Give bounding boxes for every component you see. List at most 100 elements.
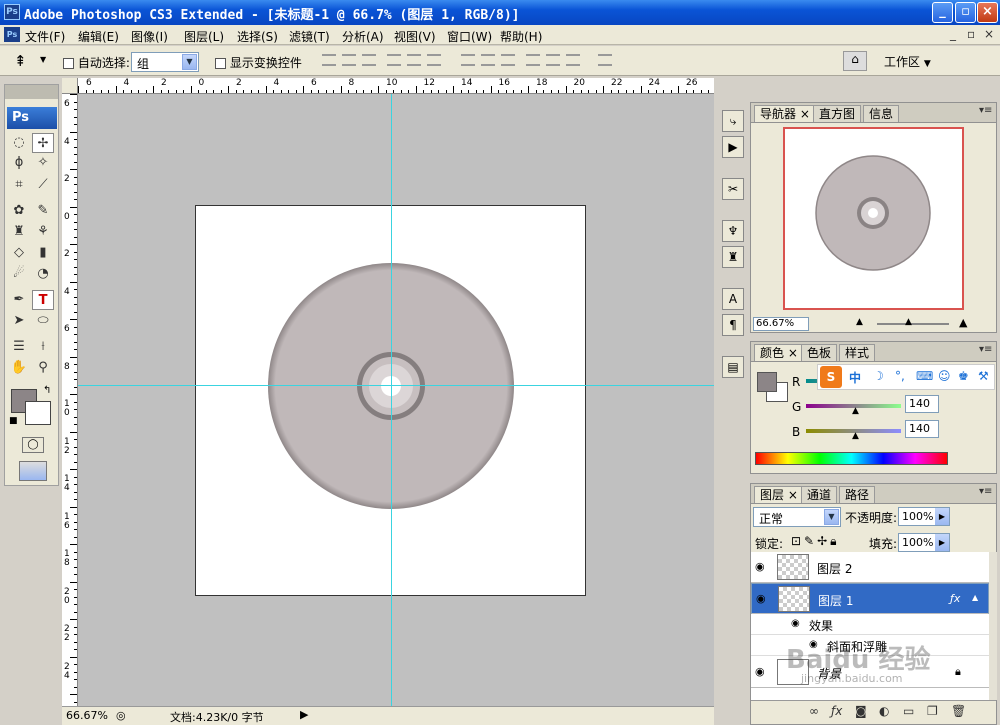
workspace-button[interactable]: 工作区 ▼: [884, 53, 931, 70]
navigator-preview[interactable]: [783, 127, 964, 310]
tab-swatches[interactable]: 色板: [801, 344, 838, 361]
color-fg-swatch[interactable]: [757, 372, 777, 392]
close-button[interactable]: ×: [977, 2, 998, 23]
fx-icon[interactable]: ƒx: [950, 592, 960, 605]
sogou-ime-icon[interactable]: S: [820, 366, 842, 388]
history-brush-icon[interactable]: ⚘: [32, 222, 54, 242]
doc-close-button[interactable]: ×: [984, 27, 994, 41]
menu-analysis[interactable]: 分析(A): [342, 28, 384, 45]
distribute-bottom-icon[interactable]: [501, 54, 515, 66]
crop-tool-icon[interactable]: ⌗: [8, 175, 30, 195]
folder-icon[interactable]: ▭: [903, 704, 914, 718]
eraser-tool-icon[interactable]: ◇: [8, 243, 30, 263]
tab-histogram[interactable]: 直方图: [813, 105, 862, 122]
blend-mode-dropdown[interactable]: 正常 ▼: [753, 507, 841, 527]
notes-tool-icon[interactable]: ☰: [8, 337, 30, 357]
b-value-field[interactable]: 140: [905, 420, 939, 438]
eyedropper-icon[interactable]: ⟊: [32, 337, 54, 357]
distribute-right-icon[interactable]: [566, 54, 580, 66]
panel-menu-icon[interactable]: ▾≡: [979, 105, 992, 116]
type-tool-icon[interactable]: T: [32, 290, 54, 310]
tab-navigator[interactable]: 导航器 ×: [754, 105, 816, 122]
dodge-tool-icon[interactable]: ◔: [32, 264, 54, 284]
menu-window[interactable]: 窗口(W): [447, 28, 492, 45]
tab-paths[interactable]: 路径: [839, 486, 876, 503]
tab-info[interactable]: 信息: [863, 105, 900, 122]
panel-menu-icon[interactable]: ▾≡: [979, 486, 992, 497]
zoom-level[interactable]: 66.67%: [66, 709, 108, 722]
clone-source-icon[interactable]: ♜: [722, 246, 744, 268]
align-left-icon[interactable]: [387, 54, 401, 66]
g-value-field[interactable]: 140: [905, 395, 939, 413]
toolbox-header[interactable]: [5, 85, 58, 99]
align-right-icon[interactable]: [427, 54, 441, 66]
align-vcenter-icon[interactable]: [342, 54, 356, 66]
expand-triangle-icon[interactable]: ▲: [972, 593, 978, 602]
layers-scrollbar[interactable]: [989, 552, 997, 700]
status-menu-icon[interactable]: ◎: [116, 709, 126, 722]
layer-row[interactable]: ◉ 图层 2: [751, 552, 989, 583]
menu-select[interactable]: 选择(S): [237, 28, 278, 45]
magic-wand-icon[interactable]: ✧: [32, 153, 54, 173]
mask-icon[interactable]: ◙: [855, 704, 867, 718]
menu-filter[interactable]: 滤镜(T): [289, 28, 330, 45]
move-tool-icon[interactable]: ⇞: [14, 52, 27, 70]
b-slider-thumb[interactable]: ▲: [852, 431, 859, 441]
tab-layers[interactable]: 图层 ×: [754, 486, 804, 503]
doc-restore-button[interactable]: ▫: [967, 27, 975, 41]
distribute-vcenter-icon[interactable]: [481, 54, 495, 66]
auto-select-checkbox[interactable]: [63, 58, 74, 69]
punctuation-icon[interactable]: °,: [895, 369, 905, 383]
background-color-swatch[interactable]: [25, 401, 51, 425]
menu-edit[interactable]: 编辑(E): [78, 28, 119, 45]
zoom-in-icon[interactable]: ▲: [959, 316, 967, 329]
navigator-zoom-field[interactable]: 66.67%: [753, 317, 809, 331]
distribute-left-icon[interactable]: [526, 54, 540, 66]
chevron-down-icon[interactable]: ▼: [40, 55, 46, 64]
brush-tool-icon[interactable]: ✎: [32, 201, 54, 221]
distribute-top-icon[interactable]: [461, 54, 475, 66]
opacity-field[interactable]: 100% ▶: [898, 507, 950, 526]
status-arrow-icon[interactable]: ▶: [300, 708, 308, 721]
layer-row-selected[interactable]: ◉ 图层 1 ƒx ▲: [751, 583, 989, 614]
marquee-tool-icon[interactable]: ◌: [8, 133, 30, 153]
eye-icon[interactable]: ◉: [755, 560, 765, 573]
menu-layer[interactable]: 图层(L): [184, 28, 224, 45]
document-icon[interactable]: Ps: [4, 27, 20, 42]
keyboard-icon[interactable]: ⌨: [916, 369, 933, 383]
pen-tool-icon[interactable]: ✒: [8, 290, 30, 310]
menu-file[interactable]: 文件(F): [25, 28, 65, 45]
screen-mode-icon[interactable]: [19, 461, 47, 481]
paragraph-panel-icon[interactable]: ¶: [722, 314, 744, 336]
fill-field[interactable]: 100% ▶: [898, 533, 950, 552]
chevron-right-icon[interactable]: ▶: [935, 508, 949, 525]
distribute-hcenter-icon[interactable]: [546, 54, 560, 66]
maximize-button[interactable]: ▫: [955, 2, 976, 23]
new-layer-icon[interactable]: ❐: [927, 704, 938, 718]
history-panel-icon[interactable]: ⤷: [722, 110, 744, 132]
tools-icon[interactable]: ⚒: [978, 369, 989, 383]
trash-icon[interactable]: 🗑︎: [951, 704, 966, 718]
vertical-guide[interactable]: [391, 94, 392, 708]
eye-icon[interactable]: ◉: [791, 618, 800, 629]
ruler-origin[interactable]: [62, 78, 78, 94]
actions-panel-icon[interactable]: ▶: [722, 136, 744, 158]
layer-comps-icon[interactable]: ▤: [722, 356, 744, 378]
quick-mask-icon[interactable]: ◯: [22, 437, 44, 453]
blur-tool-icon[interactable]: ☄: [8, 264, 30, 284]
tool-presets-icon[interactable]: ✂: [722, 178, 744, 200]
hand-tool-icon[interactable]: ✋: [8, 358, 30, 378]
minimize-button[interactable]: _: [932, 2, 953, 23]
zoom-out-icon[interactable]: ▲: [856, 317, 863, 327]
layer-row-background[interactable]: ◉ 背景 🔒︎: [751, 657, 989, 688]
move-tool-icon[interactable]: ✢: [32, 133, 54, 153]
bevel-emboss-row[interactable]: ◉ 斜面和浮雕: [751, 636, 989, 656]
eye-icon[interactable]: ◉: [809, 639, 818, 650]
lasso-tool-icon[interactable]: ϕ: [8, 153, 30, 173]
emoji-icon[interactable]: ☺: [938, 369, 951, 383]
ime-mode-label[interactable]: 中: [849, 369, 861, 386]
tab-color[interactable]: 颜色 ×: [754, 344, 804, 361]
align-top-icon[interactable]: [322, 54, 336, 66]
link-icon[interactable]: ∞: [809, 704, 819, 718]
tab-channels[interactable]: 通道: [801, 486, 838, 503]
